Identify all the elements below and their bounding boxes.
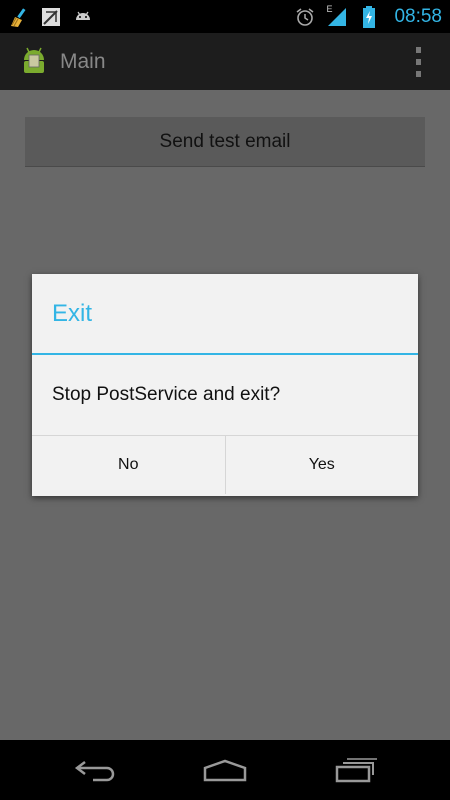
back-icon[interactable] — [65, 750, 125, 790]
signal-icon: E — [326, 3, 348, 28]
network-edge-icon: E — [326, 3, 333, 14]
page-title: Main — [60, 49, 106, 73]
exit-dialog: Exit Stop PostService and exit? No Yes — [32, 274, 418, 496]
action-bar: Main — [0, 33, 450, 90]
overflow-menu-icon[interactable] — [414, 47, 422, 77]
gmail-sync-icon — [40, 6, 62, 28]
no-button[interactable]: No — [32, 436, 225, 494]
battery-icon — [358, 5, 380, 28]
dialog-message: Stop PostService and exit? — [32, 355, 418, 436]
yes-button[interactable]: Yes — [224, 436, 419, 494]
send-test-email-button[interactable]: Send test email — [25, 117, 425, 167]
notification-icons — [8, 6, 94, 28]
app-logo-icon[interactable] — [18, 44, 50, 80]
alarm-icon — [294, 6, 316, 28]
status-bar: E 08:58 — [0, 0, 450, 33]
dialog-title: Exit — [32, 274, 418, 355]
dialog-button-bar: No Yes — [32, 436, 418, 494]
navigation-bar — [0, 740, 450, 800]
recent-apps-icon[interactable] — [325, 750, 385, 790]
home-icon[interactable] — [195, 750, 255, 790]
system-icons: E 08:58 — [294, 3, 442, 28]
status-clock: 08:58 — [394, 5, 442, 27]
android-icon — [72, 6, 94, 28]
broom-icon — [8, 6, 30, 28]
